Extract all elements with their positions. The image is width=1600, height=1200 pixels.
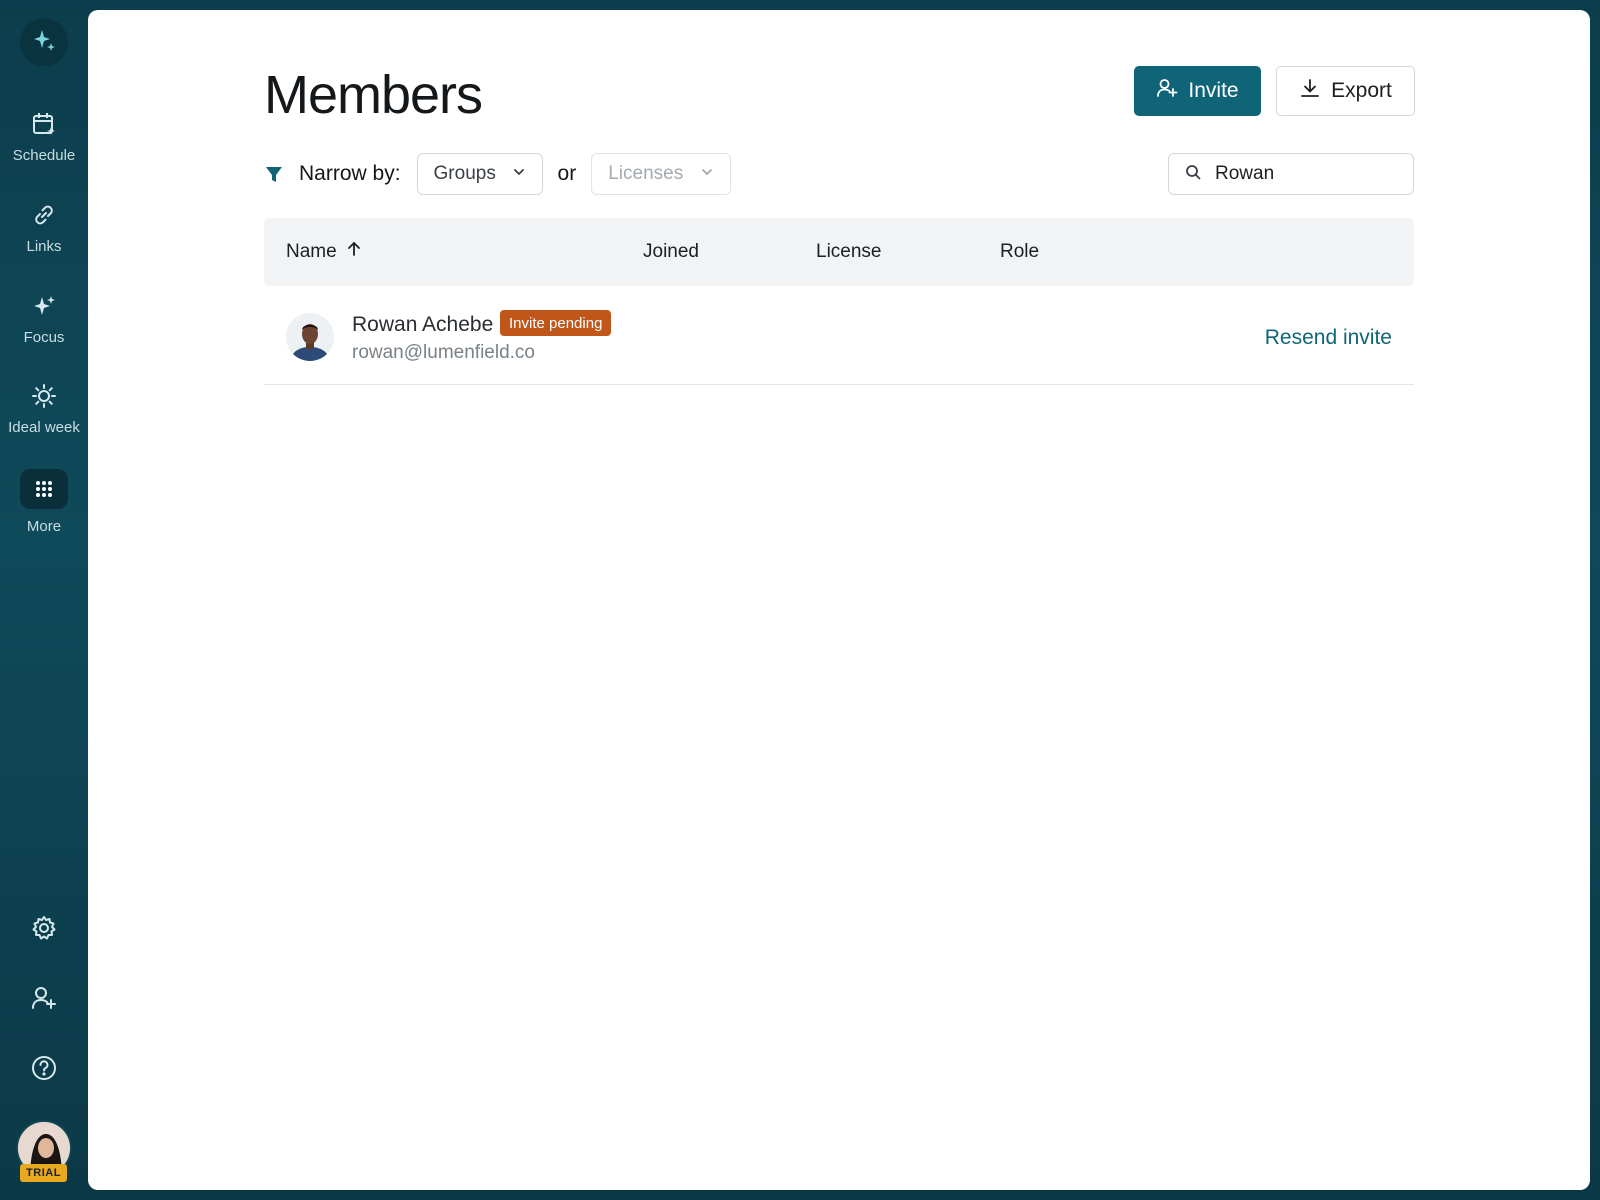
sidebar-item-more[interactable]: More (0, 469, 88, 535)
calendar-icon (30, 110, 58, 138)
status-badge: Invite pending (500, 310, 612, 336)
trial-badge: TRIAL (20, 1164, 67, 1182)
narrow-by-label: Narrow by: (299, 162, 401, 185)
sidebar-item-label: More (26, 518, 62, 535)
avatar (286, 313, 334, 361)
column-header-label: Role (1000, 241, 1040, 262)
add-user-icon[interactable] (30, 984, 58, 1012)
table-header: Name Joined License Role (264, 218, 1414, 286)
sidebar: Schedule Links Focus Ideal week More TRI… (0, 0, 88, 1200)
or-label: or (557, 162, 577, 185)
search-input[interactable] (1215, 163, 1395, 185)
filter-icon (264, 163, 286, 185)
add-user-icon (1156, 77, 1178, 105)
licenses-dropdown-label: Licenses (608, 163, 684, 184)
search-box (1168, 153, 1414, 195)
sidebar-item-links[interactable]: Links (0, 201, 88, 255)
arrow-up-icon (347, 241, 361, 263)
sidebar-item-schedule[interactable]: Schedule (0, 110, 88, 164)
member-email: rowan@lumenfield.co (352, 342, 535, 363)
invite-button-label: Invite (1188, 79, 1239, 102)
page-title: Members (264, 65, 483, 125)
grid-icon (20, 469, 68, 509)
app-logo[interactable] (20, 18, 68, 66)
column-header-role[interactable]: Role (1000, 241, 1039, 263)
sidebar-item-focus[interactable]: Focus (0, 292, 88, 346)
sidebar-item-label: Focus (23, 329, 65, 346)
sidebar-item-label: Links (26, 238, 62, 255)
help-icon[interactable] (30, 1054, 58, 1082)
export-button-label: Export (1331, 79, 1392, 102)
column-header-license[interactable]: License (816, 241, 882, 263)
groups-dropdown[interactable]: Groups (416, 153, 543, 195)
sidebar-item-label: Ideal week (8, 419, 80, 436)
link-icon (30, 201, 58, 229)
table-row: Rowan Achebe Invite pending rowan@lumenf… (264, 286, 1414, 385)
licenses-dropdown[interactable]: Licenses (591, 153, 732, 195)
sparkles-icon (30, 292, 58, 320)
export-button[interactable]: Export (1276, 66, 1415, 116)
chevron-down-icon (512, 163, 526, 185)
column-header-name[interactable]: Name (286, 241, 361, 263)
chevron-down-icon (700, 163, 714, 185)
resend-invite-link[interactable]: Resend invite (1265, 326, 1392, 350)
gear-icon[interactable] (30, 914, 58, 942)
search-icon (1185, 164, 1201, 185)
column-header-label: Joined (643, 241, 699, 262)
sparkle-logo-icon (31, 27, 57, 58)
sidebar-item-ideal-week[interactable]: Ideal week (0, 382, 88, 436)
main-panel: Members Invite Export Narrow by: Groups (88, 10, 1590, 1190)
sidebar-item-label: Schedule (12, 147, 76, 164)
invite-button[interactable]: Invite (1134, 66, 1261, 116)
filter-bar: Narrow by: Groups or Licenses (264, 153, 732, 195)
download-icon (1299, 77, 1321, 105)
column-header-label: Name (286, 241, 337, 262)
member-name: Rowan Achebe (352, 313, 494, 336)
sun-icon (30, 382, 58, 410)
column-header-label: License (816, 241, 882, 262)
column-header-joined[interactable]: Joined (643, 241, 699, 263)
groups-dropdown-label: Groups (433, 163, 496, 184)
